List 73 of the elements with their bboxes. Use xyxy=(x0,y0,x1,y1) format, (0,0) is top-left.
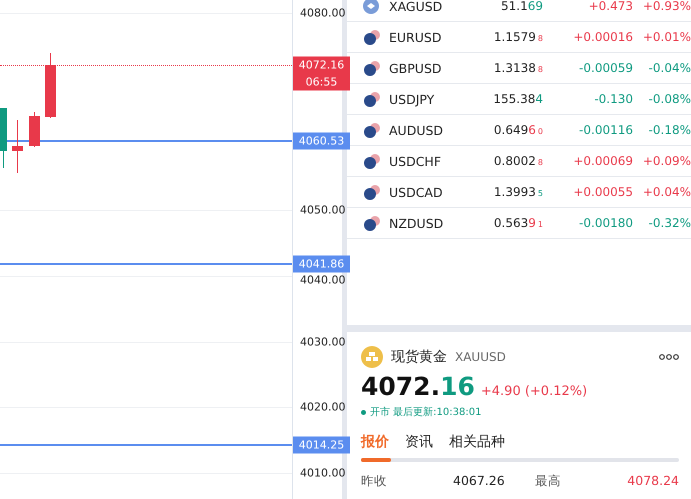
ingot-icon xyxy=(361,346,383,368)
axis-label: 4080.00 xyxy=(300,6,346,20)
change-text: +0.00016 xyxy=(572,30,633,44)
symbol-text: NZDUSD xyxy=(389,216,444,230)
axis-label: 4050.00 xyxy=(300,204,346,217)
last-price-tag: 4072.16 xyxy=(293,56,350,73)
price-line-tag: 4014.25 xyxy=(293,436,350,454)
currency-flags-icon xyxy=(363,184,381,200)
price-line-tag: 4060.53 xyxy=(293,132,350,150)
detail-tab[interactable]: 资讯 xyxy=(405,433,433,451)
price-text: 0.5639 1 xyxy=(492,216,543,230)
symbol-text: AUDUSD xyxy=(389,122,444,138)
symbol-text: EURUSD xyxy=(389,30,442,44)
watchlist-row[interactable]: XAGUSD 51.169 +0.473 +0.93% xyxy=(347,0,691,22)
status-dot-icon xyxy=(361,410,366,414)
currency-flags-icon xyxy=(363,153,381,169)
change-text: -0.00059 xyxy=(578,61,633,75)
price-text: 51.169 xyxy=(500,0,543,13)
current-price: 4072.16 xyxy=(361,372,475,401)
percent-text: -0.08% xyxy=(648,92,691,106)
instrument-symbol: XAUUSD xyxy=(455,350,506,364)
change-text: +0.473 xyxy=(588,0,633,13)
stat-value: 4067.26 xyxy=(453,473,506,490)
symbol-text: USDCHF xyxy=(389,154,442,168)
watchlist-row[interactable]: AUDUSD 0.6496 0 -0.00116 -0.18% xyxy=(347,115,691,146)
price-text: 1.3993 5 xyxy=(492,185,543,199)
price-text: 1.3138 8 xyxy=(492,61,543,75)
percent-text: -0.04% xyxy=(648,61,691,75)
symbol-text: USDJPY xyxy=(389,92,436,106)
currency-flags-icon xyxy=(363,215,381,231)
price-text: 1.1579 8 xyxy=(492,30,543,44)
price-text: 0.6496 0 xyxy=(492,123,543,137)
percent-text: -0.18% xyxy=(648,123,691,137)
more-icon[interactable] xyxy=(659,354,679,360)
price-text: 155.384 xyxy=(492,92,543,106)
price-change: +4.90 (+0.12%) xyxy=(480,384,588,399)
change-text: -0.00116 xyxy=(578,123,633,137)
axis-label: 4040.00 xyxy=(300,273,346,286)
currency-flags-icon xyxy=(363,91,381,107)
change-text: +0.00069 xyxy=(572,154,633,168)
percent-text: +0.93% xyxy=(642,0,691,13)
change-text: -0.00180 xyxy=(578,216,633,230)
watchlist-row[interactable]: GBPUSD 1.3138 8 -0.00059 -0.04% xyxy=(347,53,691,84)
percent-text: -0.32% xyxy=(648,216,691,230)
symbol-text: XAGUSD xyxy=(389,0,444,14)
stat-label: 昨收 xyxy=(361,473,388,490)
change-text: -0.130 xyxy=(593,92,633,106)
change-text: +0.00055 xyxy=(572,185,633,199)
price-text: 0.8002 8 xyxy=(492,154,543,168)
coin-icon xyxy=(363,0,379,14)
percent-text: +0.04% xyxy=(642,185,691,199)
watchlist-row[interactable]: USDCHF 0.8002 8 +0.00069 +0.09% xyxy=(347,146,691,177)
detail-tab[interactable]: 相关品种 xyxy=(449,433,505,451)
axis-label: 4010.00 xyxy=(300,466,346,480)
symbol-text: GBPUSD xyxy=(389,60,443,76)
currency-flags-icon xyxy=(363,60,381,76)
percent-text: +0.01% xyxy=(642,30,691,44)
watchlist-row[interactable]: USDJPY 155.384 -0.130 -0.08% xyxy=(347,84,691,115)
symbol-text: USDCAD xyxy=(389,184,444,200)
countdown-tag: 06:55 xyxy=(293,73,350,90)
watchlist-row[interactable]: NZDUSD 0.5639 1 -0.00180 -0.32% xyxy=(347,208,691,239)
currency-flags-icon xyxy=(363,29,381,45)
watchlist-row[interactable]: USDCAD 1.3993 5 +0.00055 +0.04% xyxy=(347,177,691,208)
axis-label: 4030.00 xyxy=(300,335,346,348)
market-status: 开市 最后更新:10:38:01 xyxy=(370,406,482,419)
price-line-tag: 4041.86 xyxy=(293,255,350,272)
percent-text: +0.09% xyxy=(642,154,691,168)
stat-label: 最高 xyxy=(535,473,562,490)
watchlist-row[interactable]: EURUSD 1.1579 8 +0.00016 +0.01% xyxy=(347,22,691,53)
stat-value: 4078.24 xyxy=(626,473,679,490)
currency-flags-icon xyxy=(363,122,381,138)
instrument-name: 现货黄金 xyxy=(391,348,447,366)
axis-label: 4020.00 xyxy=(300,400,346,414)
